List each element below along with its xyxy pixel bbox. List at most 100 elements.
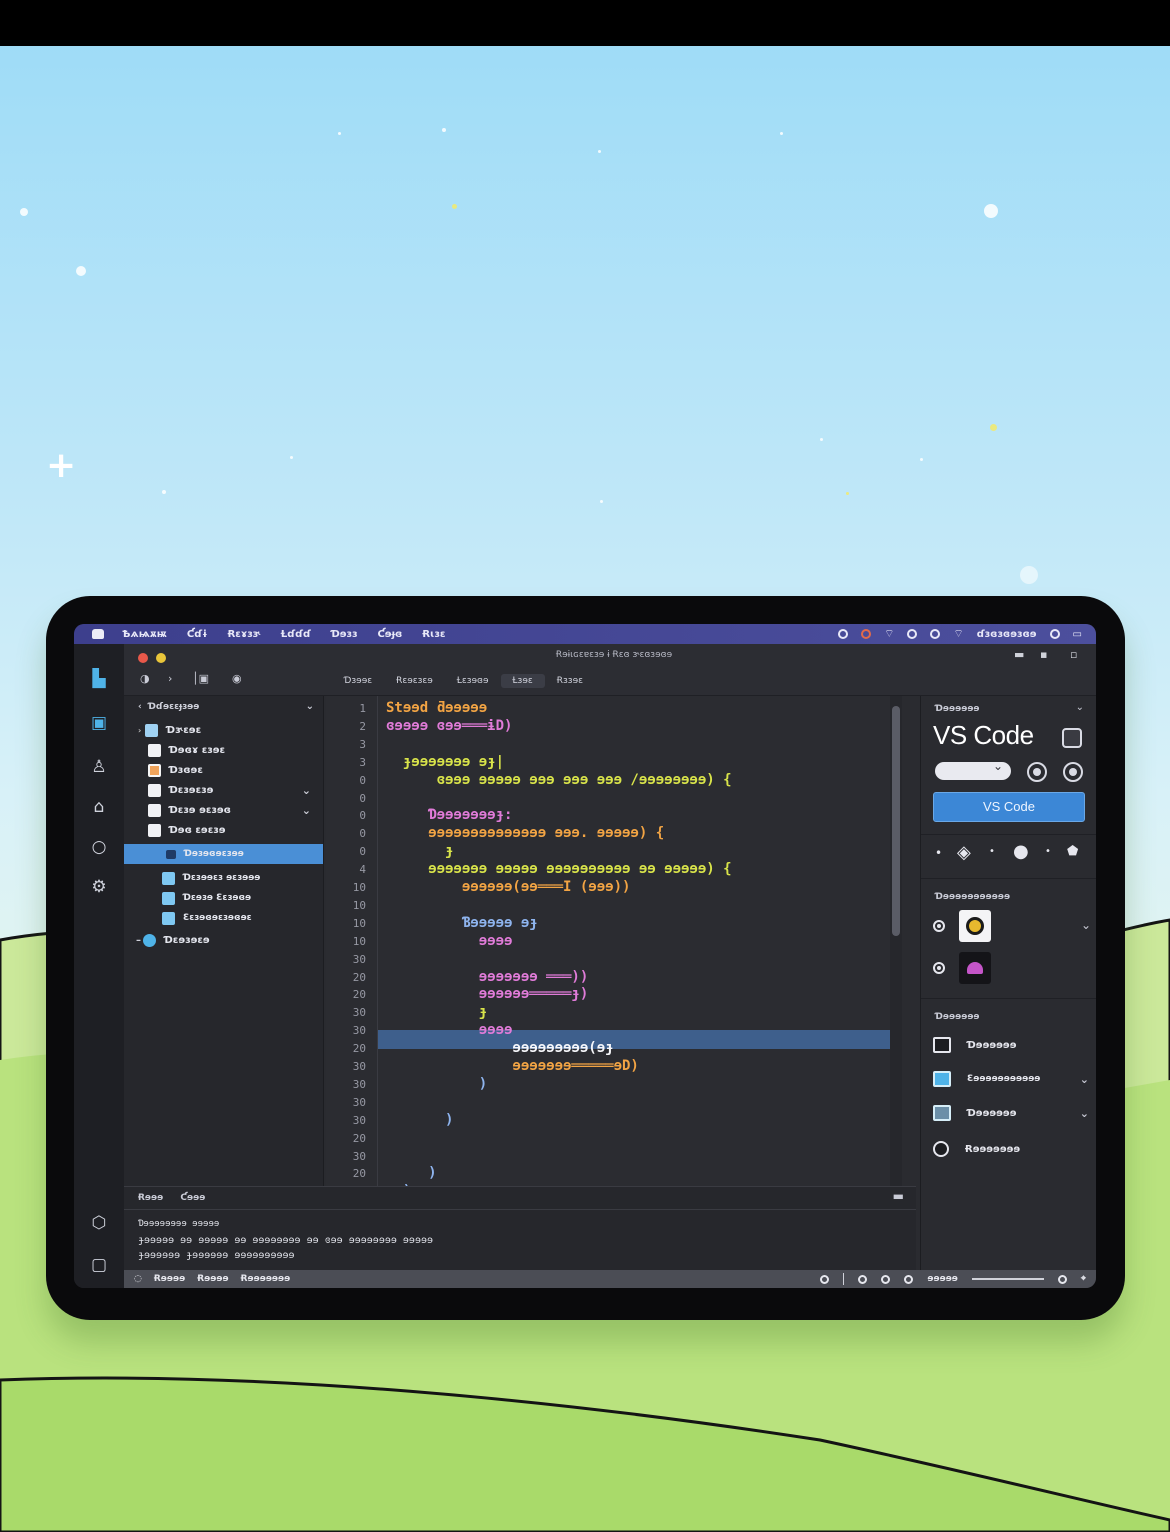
minimize-icon[interactable]: ▬ [1014, 648, 1024, 661]
split-icon[interactable]: │▣ [192, 672, 209, 685]
status-circle-icon[interactable] [838, 629, 849, 639]
chevron-down-icon[interactable]: ⌄ [302, 784, 311, 797]
code-line[interactable]: Ɗɘɘɘɘɘɘɘɟ: [386, 807, 512, 823]
code-line[interactable]: ɘɘɘɘɘɘɘɘɘɘɘɘɘɘ ɘɘɘ. ɘɘɘɘɘ) { [386, 825, 664, 841]
code-line[interactable]: ) [386, 1165, 436, 1181]
editor-scrollbar[interactable] [890, 696, 902, 1186]
radio-option-icon[interactable] [1027, 762, 1047, 782]
sun-icon[interactable]: ◈ [957, 842, 971, 863]
explorer-icon[interactable]: ▙ [88, 668, 110, 690]
code-line[interactable]: Ɓɘɘɘɘɘ ɘɟ [386, 915, 538, 931]
back-icon[interactable]: ◑ [140, 672, 150, 685]
tree-item[interactable]: Ɗɘɞɤ ɛɜɘɛ [124, 740, 323, 760]
chevron-down-icon[interactable]: ⌄ [1080, 1073, 1089, 1086]
accounts-icon[interactable]: ♙ [88, 756, 110, 778]
minimize-window-icon[interactable] [156, 653, 166, 663]
code-line[interactable]: ɞɘɘɘ ɘɘɘɘɘ ɘɘɘ ɘɘɘ ɘɘɘ /ɘɘɘɘɘɘɘɘ) { [386, 772, 732, 788]
editor-tab[interactable]: Ɍɛɘɛɜɛɘ [384, 674, 445, 688]
menu-item[interactable]: Ɍɛɤɜɝ [228, 629, 261, 640]
status-item[interactable]: Ɍɘɘɘɘɘɘɘ [241, 1274, 291, 1284]
tree-item[interactable]: Ɗɛɘɜɘ Ɛɛɜɘɞɘ [124, 888, 323, 908]
shield-icon[interactable]: ⬡ [88, 1212, 110, 1234]
tree-item[interactable]: Ɗɛɜɘɘɛɜ ɘɛɜɘɘɘ [124, 868, 323, 888]
code-line[interactable]: ɘɘɘɘɘɘɘ ═══)) [386, 969, 589, 985]
status-item[interactable]: Ɍɘɘɘɘ [197, 1274, 228, 1284]
status-circle-icon[interactable] [907, 629, 918, 639]
radio-option-icon[interactable] [1063, 762, 1083, 782]
outline-item[interactable]: Ɍɘɘɘɘɘɘɘ [933, 1138, 1091, 1160]
menu-item[interactable]: Ɫɗɗɗ [281, 629, 311, 640]
wifi-icon[interactable]: ⌔ [953, 627, 963, 641]
outline-item[interactable]: Ɛɘɘɘɘɘɘɘɘɘɘɘ ⌄ [933, 1068, 1091, 1090]
bell-icon[interactable]: ⌖ [1081, 1274, 1086, 1284]
tree-item[interactable]: – Ɗɛɘɜɘɛɘ [124, 930, 323, 950]
maximize-icon[interactable]: ▪ [1040, 648, 1047, 661]
tree-item[interactable]: Ɛɛɜɘɞɘɛɜɘɞɘɛ [124, 908, 323, 928]
tree-item[interactable]: Ɗɘɞ ɛɘɛɜɘ [124, 820, 323, 840]
code-line[interactable]: ) [386, 1112, 453, 1128]
tree-item[interactable]: Ɗɛɜɘ ɘɛɜɘɞ ⌄ [124, 800, 323, 820]
collapse-panel-icon[interactable]: ▬ [893, 1189, 904, 1203]
code-line[interactable]: ɘɘɘɘɘɘɘ═════ɘD) [386, 1058, 638, 1074]
code-line[interactable]: ɟɘɘɘɘɘɘɘ ɘɟ| [386, 754, 504, 770]
wifi-icon[interactable]: ⌔ [884, 627, 894, 641]
window-icon[interactable]: ▢ [88, 1254, 110, 1276]
dropdown-select[interactable] [935, 759, 1011, 780]
settings-icon[interactable]: ⚙ [88, 876, 110, 898]
outline-item[interactable]: Ɗɘɘɘɘɘɘ [933, 1034, 1091, 1056]
code-line[interactable]: ɘɘɘɘɘɘɘɘɘ(ɘɟ [386, 1040, 613, 1056]
record-icon[interactable] [861, 629, 872, 639]
dot-icon[interactable]: • [989, 846, 995, 857]
circle-icon[interactable]: ○ [88, 836, 110, 858]
code-line[interactable]: ɘɘɘɘ [386, 1022, 513, 1038]
code-line[interactable]: ɟ [386, 843, 453, 859]
status-item[interactable]: ɘɘɘɘɘ [927, 1274, 958, 1284]
code-editor[interactable]: 1 2 3 3 0 0 0 0 0 4 10 10 10 10 30 20 20 30 30 20 30 30 30 30 20… [326, 696, 902, 1199]
status-circle-icon[interactable] [881, 1274, 891, 1284]
editor-tab-active[interactable]: Ɫɜɘɛ [500, 674, 545, 688]
scrollbar-thumb[interactable] [892, 706, 900, 936]
toggle-button[interactable] [1062, 728, 1082, 748]
code-line[interactable]: ) [386, 1076, 487, 1092]
panel-tab[interactable]: Ƈɘɘɘ [180, 1193, 205, 1203]
code-line[interactable]: Stɘɘd ƌɘɘɘɘɘ [386, 700, 487, 716]
code-line[interactable]: ɘɘɘɘɘɘ═════ɟ) [386, 986, 589, 1002]
panel-tab[interactable]: Ɍɘɘɘ [138, 1193, 163, 1203]
status-circle-icon[interactable] [1057, 1274, 1067, 1284]
circle-icon[interactable]: ● [1013, 841, 1029, 862]
status-circle-icon[interactable] [930, 629, 941, 639]
code-line[interactable]: ɞɘɘɘɘ ɞɘɘ═══ɨD) [386, 718, 512, 734]
control-center-icon[interactable] [1049, 629, 1060, 639]
extension-item[interactable] [933, 950, 1091, 986]
tree-item-selected[interactable]: Ɗɘɜɘɞɘɛɜɘɘ [124, 844, 323, 864]
chevron-down-icon[interactable]: ⌄ [306, 701, 314, 712]
outline-item[interactable]: Ɗɘɘɘɘɘɘ ⌄ [933, 1102, 1091, 1124]
code-line[interactable]: ɟ [386, 1004, 487, 1020]
editor-tab[interactable]: Ɍɜɜɘɛ [545, 674, 595, 688]
chevron-down-icon[interactable]: ⌄ [1080, 1107, 1089, 1120]
battery-icon[interactable]: ▭ [1073, 629, 1082, 640]
forward-icon[interactable]: › [168, 672, 172, 685]
status-circle-icon[interactable] [904, 1274, 914, 1284]
chevron-down-icon[interactable]: ⌄ [1081, 918, 1091, 932]
tree-item[interactable]: Ɗɛɜɘɛɜɘ ⌄ [124, 780, 323, 800]
dot-icon[interactable]: • [1045, 846, 1051, 857]
apple-logo-icon[interactable] [92, 629, 104, 639]
timer-icon[interactable]: ◉ [232, 672, 242, 685]
code-line[interactable]: ɘɘɘɘɘɘ(ɘɘ═══I (ɘɘɘ)) [386, 879, 631, 895]
source-control-icon[interactable]: ▣ [88, 712, 110, 734]
radio-icon[interactable] [933, 920, 945, 932]
extension-item[interactable]: ⌄ [933, 908, 1091, 944]
remote-icon[interactable]: ◌ [134, 1274, 142, 1284]
close-window-icon[interactable] [138, 653, 148, 663]
vs-code-button[interactable]: VS Code [933, 792, 1085, 822]
tree-item[interactable]: › Ɗɝɛɘɛ [124, 720, 323, 740]
close-icon[interactable]: ▫ [1070, 648, 1077, 661]
status-item[interactable]: Ɍɘɘɘɘ [154, 1274, 185, 1284]
menu-item[interactable]: Ѣѧѩѫѭ [122, 629, 167, 640]
radio-icon[interactable] [933, 962, 945, 974]
editor-tab[interactable]: Ɗɜɘɘɛ [332, 674, 384, 688]
explorer-header[interactable]: ‹ Ɗɗɘɛɛɟɜɘɘ ⌄ [138, 701, 318, 712]
menu-item[interactable]: Ƈɗɨ [187, 629, 208, 640]
editor-tab[interactable]: Ɫɛɜɘɞɘ [445, 674, 501, 688]
